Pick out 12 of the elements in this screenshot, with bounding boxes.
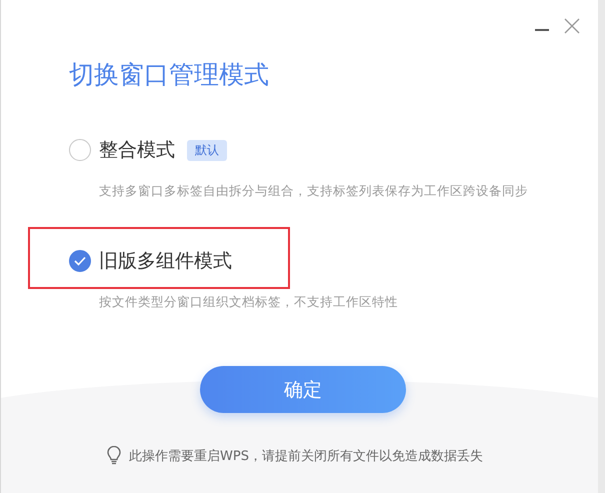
option-label[interactable]: 旧版多组件模式 bbox=[99, 248, 232, 274]
option-label[interactable]: 整合模式 bbox=[99, 137, 175, 163]
option-description: 按文件类型分窗口组织文档标签，不支持工作区特性 bbox=[99, 294, 399, 311]
close-icon[interactable] bbox=[564, 18, 580, 34]
dialog-title: 切换窗口管理模式 bbox=[69, 59, 269, 91]
checkmark-icon bbox=[74, 256, 86, 266]
option-description: 支持多窗口多标签自由拆分与组合，支持标签列表保存为工作区跨设备同步 bbox=[99, 183, 529, 200]
default-tag: 默认 bbox=[187, 140, 227, 160]
footer-note: 此操作需要重启WPS，请提前关闭所有文件以免造成数据丢失 bbox=[129, 448, 483, 464]
radio-button[interactable] bbox=[69, 250, 91, 272]
lightbulb-icon bbox=[107, 446, 121, 465]
radio-button[interactable] bbox=[69, 139, 91, 161]
